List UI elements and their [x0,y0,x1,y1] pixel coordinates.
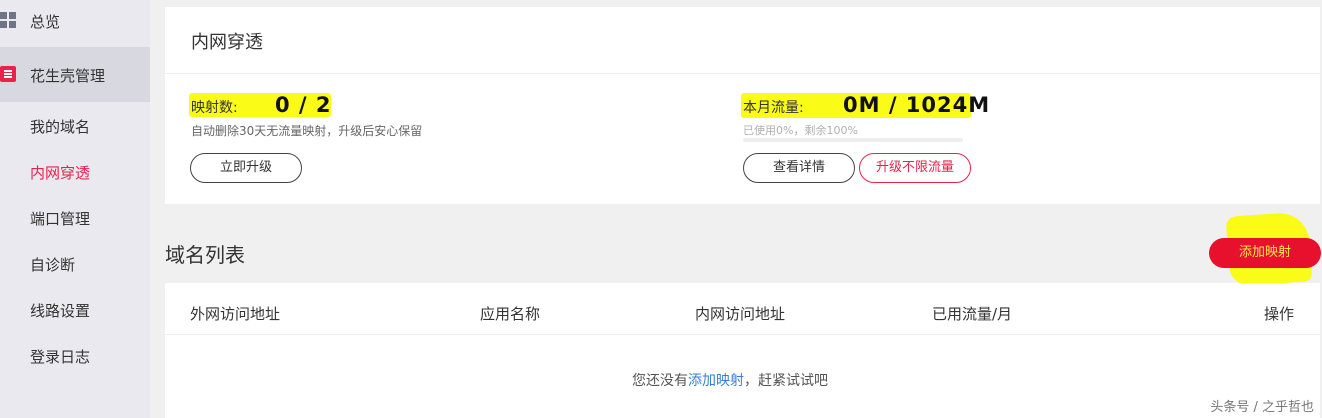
card-title: 内网穿透 [191,32,263,53]
upgrade-now-button[interactable]: 立即升级 [190,153,302,183]
nav-overview[interactable]: 总览 [0,0,150,46]
view-details-button[interactable]: 查看详情 [743,153,855,183]
list-menu-icon [0,66,16,82]
watermark: 头条号 / 之乎哲也 [1210,400,1314,415]
sidebar-item-my-domains[interactable]: 我的域名 [30,116,90,137]
column-header-public-address: 外网访问地址 [190,305,281,323]
mapping-label: 映射数: [191,100,238,116]
traffic-progress-bar [743,138,963,142]
empty-state-message: 您还没有添加映射，赶紧试试吧 [165,370,1295,390]
mapping-hint: 自动删除30天无流量映射，升级后安心保留 [191,124,423,138]
column-header-actions: 操作 [1264,305,1295,323]
column-header-app-name: 应用名称 [480,305,541,323]
traffic-usage-hint: 已使用0%，剩余100% [743,124,858,137]
table-divider [165,334,1320,335]
column-header-traffic-used: 已用流量/月 [932,305,1013,323]
intranet-card: 内网穿透 映射数: 0 / 2 自动删除30天无流量映射，升级后安心保留 立即升… [165,7,1320,204]
sidebar-item-port-management[interactable]: 端口管理 [30,208,90,229]
empty-state-add-mapping-link[interactable]: 添加映射 [688,373,744,389]
nav-section-label: 花生壳管理 [30,67,106,85]
empty-state-text-end: ，赶紧试试吧 [744,373,828,389]
nav-section-oray[interactable]: 花生壳管理 [0,47,150,102]
column-header-intranet-address: 内网访问地址 [695,305,786,323]
domain-table: 外网访问地址 应用名称 内网访问地址 已用流量/月 操作 您还没有添加映射，赶紧… [165,283,1320,418]
card-divider [165,73,1320,74]
sidebar-item-login-log[interactable]: 登录日志 [30,346,90,367]
add-mapping-button[interactable]: 添加映射 [1209,238,1321,268]
sidebar-item-line-settings[interactable]: 线路设置 [30,300,90,321]
sidebar-item-intranet-penetration[interactable]: 内网穿透 [30,162,90,183]
nav-overview-label: 总览 [30,13,61,31]
mapping-value: 0 / 2 [275,93,332,117]
traffic-label: 本月流量: [743,100,804,116]
upgrade-unlimited-button[interactable]: 升级不限流量 [859,153,971,183]
dashboard-grid-icon [0,12,16,28]
empty-state-text: 您还没有 [632,373,688,389]
sidebar-item-self-diagnosis[interactable]: 自诊断 [30,254,75,275]
sidebar: 总览 花生壳管理 我的域名 内网穿透 端口管理 自诊断 线路设置 登录日志 [0,0,150,418]
domain-list-title: 域名列表 [165,243,245,267]
traffic-value: 0M / 1024M [843,93,991,117]
